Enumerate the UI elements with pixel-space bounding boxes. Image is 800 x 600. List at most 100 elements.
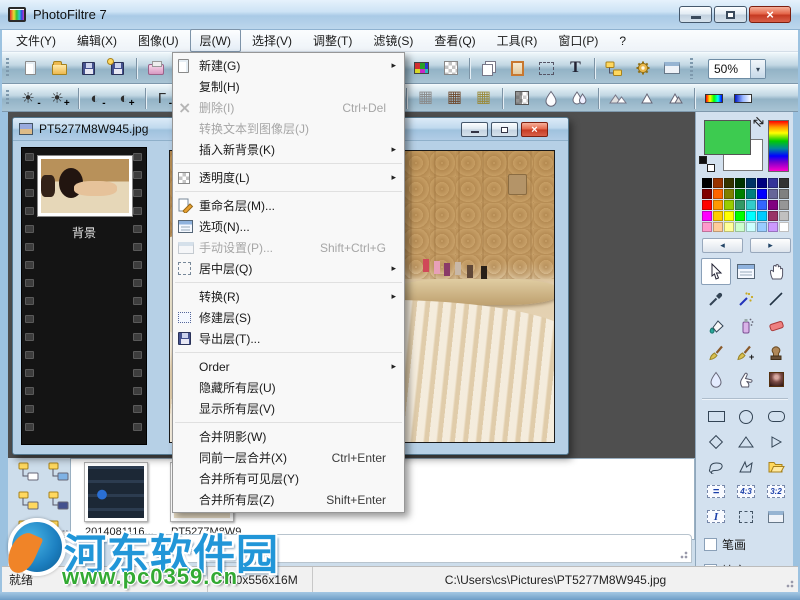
maximize-button[interactable] [714, 6, 747, 23]
layer-menu-item-6[interactable]: 透明度(L)▸ [173, 167, 404, 188]
new-file-button[interactable] [16, 56, 45, 80]
menubar-item-10[interactable]: ? [609, 31, 636, 51]
image-nozzle-tool-button[interactable] [761, 366, 791, 393]
palette-color-21[interactable] [757, 200, 767, 210]
load-selection-button[interactable] [761, 454, 791, 479]
ratio-3-2-button[interactable]: 3:2 [761, 479, 791, 504]
palette-color-36[interactable] [746, 222, 756, 232]
mosaic-gray-button[interactable]: ▦ [411, 86, 440, 110]
blur-tool-button[interactable] [701, 366, 731, 393]
checkbox-0[interactable] [704, 538, 717, 551]
layer-menu-item-23[interactable]: 合并所有可见层(Y) [173, 468, 404, 489]
lasso-select-button[interactable] [701, 454, 731, 479]
palette-color-24[interactable] [702, 211, 712, 221]
palette-prev-button[interactable]: ◂ [702, 238, 743, 253]
layer-tree-open-button[interactable] [16, 489, 42, 511]
palette-color-17[interactable] [713, 200, 723, 210]
palette-color-8[interactable] [702, 189, 712, 199]
thumbnail-item[interactable] [84, 462, 148, 522]
layer-menu-item-2[interactable]: ×删除(I)Ctrl+Del [173, 97, 404, 118]
layer-tree-image-button[interactable] [46, 460, 72, 482]
layer-menu-item-14[interactable]: 修建层(S) [173, 307, 404, 328]
options-panel-button[interactable] [657, 56, 686, 80]
save-as-button[interactable] [103, 56, 132, 80]
close-button[interactable]: × [749, 6, 791, 23]
layer-menu-item-8[interactable]: 重命名层(M)... [173, 195, 404, 216]
palette-color-5[interactable] [757, 178, 767, 188]
palette-color-6[interactable] [768, 178, 778, 188]
palette-color-32[interactable] [702, 222, 712, 232]
clone-stamp-tool-button[interactable] [761, 339, 791, 366]
palette-color-4[interactable] [746, 178, 756, 188]
palette-color-16[interactable] [702, 200, 712, 210]
swap-colors-icon[interactable]: ⇄ [749, 112, 768, 131]
foreground-color-swatch[interactable] [704, 120, 751, 155]
brightness-plus-button[interactable]: ☀+ [45, 86, 74, 110]
polygon-select-button[interactable] [731, 454, 761, 479]
palette-color-23[interactable] [779, 200, 789, 210]
toolbar-grip[interactable] [6, 58, 9, 78]
eraser-tool-button[interactable] [761, 312, 791, 339]
brush-tool-button[interactable] [701, 339, 731, 366]
rgb-gradient-button[interactable] [699, 86, 728, 110]
hand-tool-button[interactable] [761, 258, 791, 285]
layer-tree-save-button[interactable] [46, 489, 72, 511]
triangle-select-button[interactable] [731, 429, 761, 454]
layer-manager-tool-button[interactable] [731, 258, 761, 285]
layer-menu-item-11[interactable]: 居中层(Q)▸ [173, 258, 404, 279]
contrast-plus-button[interactable]: ◐+ [112, 86, 141, 110]
image-maximize-button[interactable] [491, 122, 518, 137]
layer-tree-select-button[interactable] [16, 518, 42, 540]
zoom-combo[interactable]: 50% ▾ [708, 59, 766, 79]
menubar-item-3[interactable]: 层(W) [190, 29, 241, 52]
palette-color-22[interactable] [768, 200, 778, 210]
rectangle-select-button[interactable] [701, 404, 731, 429]
photo-mask-button[interactable] [507, 86, 536, 110]
layer-menu-item-4[interactable]: 插入新背景(K)▸ [173, 139, 404, 160]
palette-color-38[interactable] [768, 222, 778, 232]
ratio-4-3-button[interactable]: 4:3 [731, 479, 761, 504]
layer-menu-item-3[interactable]: 转换文本到图像层(J) [173, 118, 404, 139]
palette-color-34[interactable] [724, 222, 734, 232]
blur-drop-button[interactable] [536, 86, 565, 110]
zoom-dropdown-arrow-icon[interactable]: ▾ [750, 60, 765, 78]
toolbar-grip[interactable] [690, 58, 693, 79]
print-button[interactable] [141, 56, 170, 80]
minimize-button[interactable] [679, 6, 712, 23]
ellipse-select-button[interactable] [731, 404, 761, 429]
eyedropper-tool-button[interactable] [701, 285, 731, 312]
layer-menu-item-15[interactable]: 导出层(T)... [173, 328, 404, 349]
palette-color-29[interactable] [757, 211, 767, 221]
right-triangle-select-button[interactable] [761, 429, 791, 454]
menubar-item-9[interactable]: 窗口(P) [548, 29, 608, 52]
layer-menu-item-1[interactable]: 复制(H) [173, 76, 404, 97]
toolbar-grip[interactable] [6, 90, 9, 106]
menubar-item-2[interactable]: 图像(U) [128, 29, 189, 52]
transparency-mode-button[interactable] [436, 56, 465, 80]
diamond-select-button[interactable] [701, 429, 731, 454]
color-palette-button[interactable] [407, 56, 436, 80]
arrow-tool-button[interactable] [701, 258, 731, 285]
ratio-equal-button[interactable]: = [701, 479, 731, 504]
palette-color-0[interactable] [702, 178, 712, 188]
palette-color-19[interactable] [735, 200, 745, 210]
palette-color-28[interactable] [746, 211, 756, 221]
brightness-minus-button[interactable]: ☀- [16, 86, 45, 110]
menubar-item-5[interactable]: 调整(T) [303, 29, 362, 52]
image-frame-button[interactable] [503, 56, 532, 80]
soften-mountains-button[interactable] [603, 86, 632, 110]
smudge-tool-button[interactable] [731, 366, 761, 393]
palette-color-15[interactable] [779, 189, 789, 199]
palette-color-11[interactable] [735, 189, 745, 199]
menubar-item-4[interactable]: 选择(V) [242, 29, 302, 52]
palette-color-33[interactable] [713, 222, 723, 232]
palette-color-39[interactable] [779, 222, 789, 232]
layer-menu-item-18[interactable]: 隐藏所有层(U) [173, 377, 404, 398]
layer-menu-item-9[interactable]: 选项(N)... [173, 216, 404, 237]
layer-tree-new-button[interactable] [16, 460, 42, 482]
window-resize-grip[interactable] [784, 578, 794, 588]
palette-color-35[interactable] [735, 222, 745, 232]
palette-color-7[interactable] [779, 178, 789, 188]
layer-menu-item-24[interactable]: 合并所有层(Z)Shift+Enter [173, 489, 404, 510]
layer-menu-item-10[interactable]: 手动设置(P)...Shift+Ctrl+G [173, 237, 404, 258]
